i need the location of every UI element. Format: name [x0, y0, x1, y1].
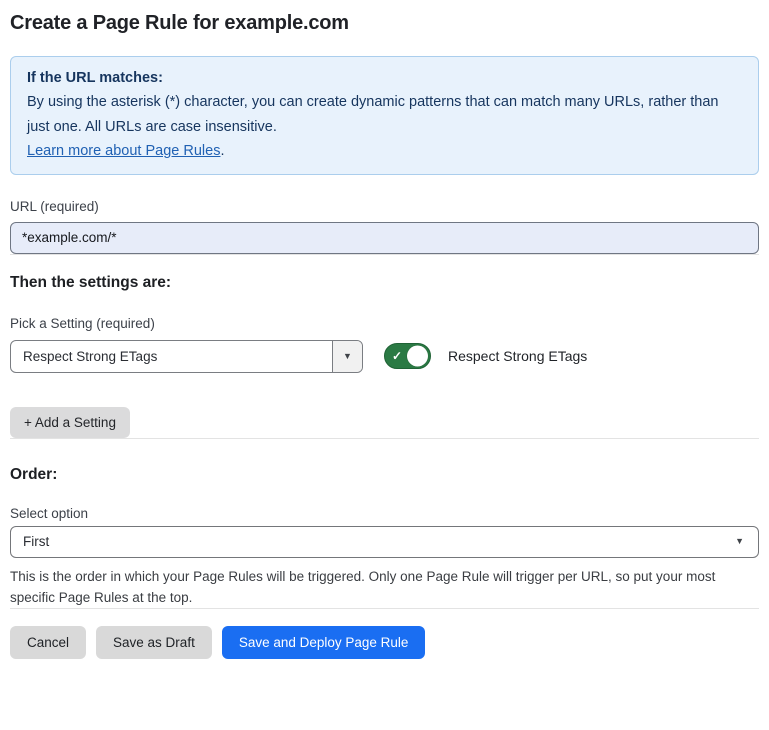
etags-toggle[interactable]: ✓	[384, 343, 431, 369]
order-help-text: This is the order in which your Page Rul…	[10, 566, 755, 608]
link-suffix: .	[220, 143, 224, 159]
chevron-down-icon: ▼	[735, 537, 744, 546]
divider	[10, 608, 759, 609]
page-title: Create a Page Rule for example.com	[10, 12, 759, 35]
order-select-label: Select option	[10, 506, 759, 521]
toggle-knob	[407, 346, 428, 367]
url-input[interactable]	[10, 222, 759, 254]
setting-select-caret-segment[interactable]: ▼	[332, 341, 362, 372]
cancel-button[interactable]: Cancel	[10, 626, 86, 659]
check-icon: ✓	[392, 350, 402, 362]
page-rule-form: Create a Page Rule for example.com If th…	[0, 12, 769, 659]
info-box-body: By using the asterisk (*) character, you…	[27, 90, 742, 139]
order-select-value: First	[23, 534, 49, 549]
order-section-heading: Order:	[10, 466, 759, 484]
toggle-label: Respect Strong ETags	[448, 348, 587, 364]
order-select[interactable]: First ▼	[10, 526, 759, 558]
footer-actions: Cancel Save as Draft Save and Deploy Pag…	[10, 626, 759, 659]
divider	[10, 254, 759, 255]
divider	[10, 438, 759, 439]
pick-setting-label: Pick a Setting (required)	[10, 316, 759, 331]
save-and-deploy-button[interactable]: Save and Deploy Page Rule	[222, 626, 426, 659]
settings-section-heading: Then the settings are:	[10, 274, 759, 292]
chevron-down-icon: ▼	[343, 352, 352, 361]
url-label: URL (required)	[10, 199, 759, 214]
learn-more-link[interactable]: Learn more about Page Rules	[27, 143, 220, 159]
save-as-draft-button[interactable]: Save as Draft	[96, 626, 212, 659]
info-box-heading: If the URL matches:	[27, 66, 742, 90]
setting-select[interactable]: Respect Strong ETags ▼	[10, 340, 363, 373]
setting-row: Respect Strong ETags ▼ ✓ Respect Strong …	[10, 340, 759, 373]
setting-select-value: Respect Strong ETags	[11, 341, 332, 372]
add-setting-button[interactable]: + Add a Setting	[10, 407, 130, 438]
url-match-info-box: If the URL matches: By using the asteris…	[10, 56, 759, 175]
info-box-link-line: Learn more about Page Rules.	[27, 139, 742, 163]
